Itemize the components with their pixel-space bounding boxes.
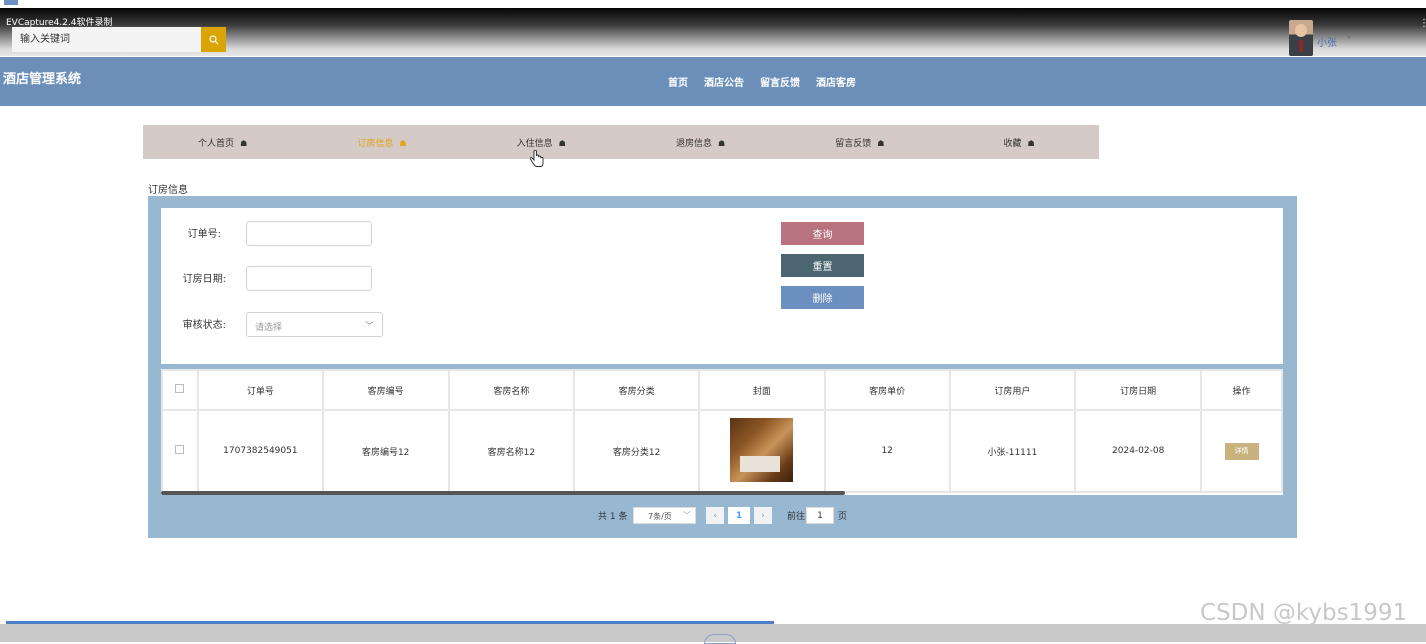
section-title: 订房信息 [148, 185, 188, 196]
home-icon: ☗ [717, 138, 726, 148]
page-size-value: 7条/页 [648, 512, 672, 521]
review-status-label: 审核状态: [182, 320, 226, 331]
subnav-checkin-info[interactable]: 入住信息 ☗ [462, 136, 621, 149]
th-user[interactable]: 订房用户 [948, 369, 1077, 411]
cell-room-name: 客房名称12 [447, 409, 576, 493]
delete-button[interactable]: 删除 [781, 286, 864, 309]
search-button[interactable] [201, 27, 226, 52]
th-room-category[interactable]: 客房分类 [573, 369, 700, 411]
cell-action: 详情 [1200, 409, 1283, 493]
cell-cover [697, 409, 826, 493]
th-price[interactable]: 客房单价 [823, 369, 951, 411]
cell-price: 12 [823, 409, 951, 493]
prev-page-button[interactable]: ‹ [706, 507, 724, 524]
room-cover-image[interactable] [730, 417, 794, 482]
avatar-tie [1299, 40, 1303, 52]
more-icon[interactable]: ⋮ [1419, 19, 1426, 29]
page-size-select[interactable]: 7条/页 ﹀ [633, 507, 696, 524]
user-name[interactable]: 小张 [1317, 34, 1337, 49]
home-icon: ☗ [1027, 138, 1035, 148]
th-date[interactable]: 订房日期 [1074, 369, 1203, 411]
page-number-current[interactable]: 1 [728, 507, 750, 524]
nav-hotel-rooms[interactable]: 酒店客房 [816, 74, 856, 89]
site-header: 酒店管理系统 首页 酒店公告 留言反馈 酒店客房 [0, 57, 1426, 106]
select-all-checkbox[interactable] [175, 384, 185, 393]
row-select-cell [161, 409, 199, 493]
home-icon: ☗ [240, 138, 248, 148]
recorder-logo-icon [704, 634, 736, 644]
select-all-cell [161, 369, 199, 411]
bed-shape [740, 455, 781, 472]
th-action: 操作 [1200, 369, 1283, 411]
top-bar: EVCapture4.2.4软件录制 小张 ▾ ⋮ [0, 8, 1426, 56]
subnav-label: 留言反馈 [835, 138, 872, 149]
subnav-feedback[interactable]: 留言反馈 ☗ [780, 136, 939, 149]
nav-feedback[interactable]: 留言反馈 [760, 74, 800, 89]
goto-page-input[interactable]: 1 [806, 507, 834, 524]
cell-user: 小张-11111 [948, 409, 1077, 493]
hand-cursor-icon [530, 150, 544, 167]
th-order-no[interactable]: 订单号 [196, 369, 324, 411]
order-no-input[interactable] [246, 221, 372, 246]
nav-hotel-announcement[interactable]: 酒店公告 [704, 74, 744, 89]
search-icon [208, 34, 218, 44]
home-icon: ☗ [399, 138, 407, 148]
booking-table: 订单号 客房编号 客房名称 客房分类 封面 客房单价 订房用户 订房日期 操作 … [161, 369, 1283, 495]
nav-home[interactable]: 首页 [668, 74, 688, 89]
subnav-label: 退房信息 [675, 138, 712, 149]
subnav-label: 入住信息 [516, 138, 553, 149]
review-status-select[interactable]: 请选择 ﹀ [246, 312, 383, 337]
next-page-button[interactable]: › [754, 507, 772, 524]
home-icon: ☗ [877, 138, 885, 148]
cell-room-no: 客房编号12 [321, 409, 450, 493]
cell-room-category: 客房分类12 [573, 409, 700, 493]
chevron-down-icon[interactable]: ▾ [1347, 33, 1352, 43]
query-button[interactable]: 查询 [781, 222, 864, 245]
goto-label: 前往 [787, 512, 806, 522]
main-nav: 首页 酒店公告 留言反馈 酒店客房 [668, 74, 856, 89]
home-icon: ☗ [558, 138, 566, 148]
subnav-booking-info[interactable]: 订房信息 ☗ [302, 136, 461, 149]
watermark: CSDN @kybs1991 [1200, 600, 1408, 626]
subnav-label: 订房信息 [357, 138, 394, 149]
th-cover[interactable]: 封面 [697, 369, 826, 411]
chevron-down-icon: ﹀ [683, 511, 691, 520]
avatar-face [1295, 24, 1307, 37]
search-input[interactable] [12, 27, 202, 52]
subnav-checkout-info[interactable]: 退房信息 ☗ [621, 136, 780, 149]
select-placeholder: 请选择 [255, 323, 283, 333]
subnav-profile[interactable]: 个人首页 ☗ [143, 136, 302, 149]
filter-form: 订单号: 订房日期: 审核状态: 请选择 ﹀ [161, 208, 1283, 364]
booking-date-label: 订房日期: [182, 274, 226, 285]
th-room-name[interactable]: 客房名称 [447, 369, 576, 411]
page-unit-label: 页 [838, 512, 848, 522]
user-center-nav: 个人首页 ☗ 订房信息 ☗ 入住信息 ☗ 退房信息 ☗ 留言反馈 ☗ 收藏 ☗ [143, 125, 1099, 159]
detail-button[interactable]: 详情 [1224, 442, 1259, 460]
cell-date: 2024-02-08 [1074, 409, 1203, 493]
cell-order-no: 1707382549051 [196, 409, 324, 493]
order-no-label: 订单号: [187, 229, 221, 240]
subnav-label: 个人首页 [198, 138, 235, 149]
chevron-down-icon: ﹀ [364, 322, 374, 332]
th-room-no[interactable]: 客房编号 [321, 369, 450, 411]
subnav-label: 收藏 [1003, 138, 1022, 149]
table-header-row: 订单号 客房编号 客房名称 客房分类 封面 客房单价 订房用户 订房日期 操作 [161, 369, 1283, 411]
row-checkbox[interactable] [175, 445, 185, 454]
avatar[interactable] [1289, 20, 1313, 56]
pagination-total: 共 1 条 [598, 512, 628, 522]
table-horizontal-scrollbar[interactable] [161, 491, 845, 495]
table-row: 1707382549051 客房编号12 客房名称12 客房分类12 12 小张… [161, 409, 1283, 493]
reset-button[interactable]: 重置 [781, 254, 864, 277]
subnav-favorites[interactable]: 收藏 ☗ [939, 136, 1098, 149]
booking-date-input[interactable] [246, 266, 372, 291]
window-corner-mark [4, 0, 18, 5]
site-logo[interactable]: 酒店管理系统 [3, 68, 81, 87]
